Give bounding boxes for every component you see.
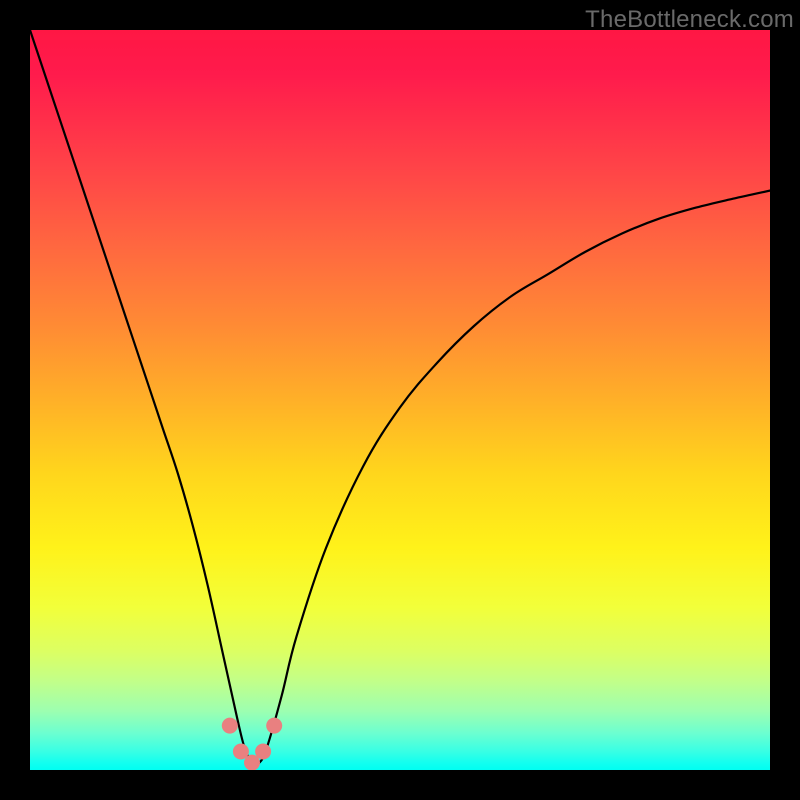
trough-marker (255, 744, 271, 760)
trough-marker (266, 718, 282, 734)
watermark-text: TheBottleneck.com (585, 6, 794, 34)
curve-layer (30, 30, 770, 770)
bottleneck-curve (30, 30, 770, 765)
chart-frame (30, 30, 770, 770)
trough-marker (222, 718, 238, 734)
